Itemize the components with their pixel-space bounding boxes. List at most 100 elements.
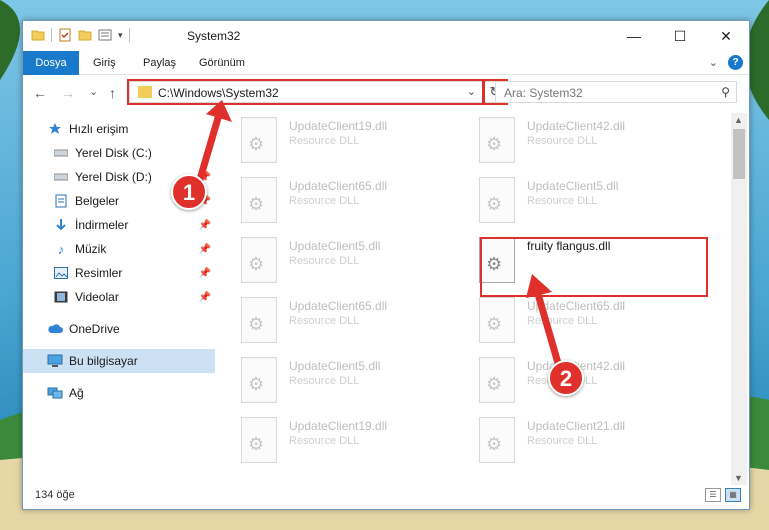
download-icon	[53, 218, 69, 232]
gear-icon: ⚙	[486, 314, 503, 334]
tab-file[interactable]: Dosya	[23, 51, 79, 75]
file-description: Resource DLL	[289, 315, 360, 327]
dll-file-icon: ⚙	[241, 117, 277, 163]
list-item[interactable]: ⚙ UpdateClient19.dll Resource DLL	[223, 415, 453, 467]
pictures-icon	[53, 266, 69, 280]
list-item[interactable]: ⚙ UpdateClient65.dll Resource DLL	[223, 295, 453, 347]
quick-access-toolbar: ▾	[31, 28, 130, 42]
checklist-icon[interactable]	[58, 28, 72, 42]
computer-icon	[47, 354, 63, 368]
file-description: Resource DLL	[527, 135, 598, 147]
pin-icon[interactable]: 📌	[199, 220, 211, 231]
sidebar-item-label: Yerel Disk (D:)	[75, 170, 152, 184]
file-highlight	[480, 237, 708, 297]
forward-button[interactable]: →	[61, 85, 75, 101]
close-button[interactable]: ✕	[703, 21, 749, 51]
sidebar-item-music[interactable]: ♪ Müzik 📌	[23, 237, 215, 261]
maximize-button[interactable]: ☐	[657, 21, 703, 51]
sidebar-item-label: Videolar	[75, 290, 119, 304]
address-highlight	[127, 79, 484, 105]
item-count: 134 öğe	[35, 489, 75, 501]
sidebar-item-label: Belgeler	[75, 194, 120, 208]
folder-icon[interactable]	[78, 28, 92, 42]
step-1-badge: 1	[171, 174, 207, 210]
pin-icon[interactable]: 📌	[199, 244, 211, 255]
list-item[interactable]: ⚙ UpdateClient5.dll Resource DLL	[223, 355, 453, 407]
tiles-view-icon[interactable]: ▦	[725, 488, 741, 502]
dll-file-icon: ⚙	[479, 117, 515, 163]
properties-icon[interactable]	[98, 28, 112, 42]
list-item[interactable]: ⚙ UpdateClient21.dll Resource DLL	[461, 415, 691, 467]
music-icon: ♪	[57, 241, 65, 257]
dll-file-icon: ⚙	[241, 297, 277, 343]
help-button[interactable]: ?	[728, 55, 743, 70]
file-name: UpdateClient5.dll	[289, 239, 381, 253]
videos-icon	[53, 290, 69, 304]
pin-icon[interactable]: 📌	[199, 292, 211, 303]
search-box[interactable]: Ara: System32 ⚲	[495, 81, 737, 103]
pin-icon[interactable]: 📌	[199, 268, 211, 279]
list-item[interactable]: ⚙ UpdateClient19.dll Resource DLL	[223, 115, 453, 167]
list-item[interactable]: ⚙ UpdateClient65.dll Resource DLL	[223, 175, 453, 227]
minimize-button[interactable]: —	[611, 21, 657, 51]
file-description: Resource DLL	[527, 195, 598, 207]
dll-file-icon: ⚙	[479, 417, 515, 463]
sidebar-item-videos[interactable]: Videolar 📌	[23, 285, 215, 309]
documents-icon	[53, 194, 69, 208]
gear-icon: ⚙	[248, 134, 265, 154]
sidebar-item-downloads[interactable]: İndirmeler 📌	[23, 213, 215, 237]
navigation-bar: ← → ⌄ ↑ C:\Windows\System32 ⌄ ↻ Ara: Sys…	[23, 77, 749, 109]
file-description: Resource DLL	[289, 375, 360, 387]
list-item[interactable]: ⚙ UpdateClient42.dll Resource DLL	[461, 115, 691, 167]
list-item[interactable]: ⚙ UpdateClient5.dll Resource DLL	[223, 235, 453, 287]
up-button[interactable]: ↑	[109, 85, 116, 101]
scroll-up-icon[interactable]: ▲	[734, 115, 743, 125]
ribbon-tabs: Dosya Giriş Paylaş Görünüm ⌄ ?	[23, 51, 749, 75]
back-button[interactable]: ←	[33, 85, 47, 101]
sidebar-item-network[interactable]: Ağ	[23, 381, 215, 405]
sidebar-item-label: Bu bilgisayar	[69, 354, 138, 368]
list-item[interactable]: ⚙ UpdateClient65.dll Resource DLL	[461, 295, 691, 347]
sidebar-item-label: Hızlı erişim	[69, 122, 129, 136]
scroll-thumb[interactable]	[733, 129, 745, 179]
caption-buttons: — ☐ ✕	[611, 21, 749, 51]
scroll-down-icon[interactable]: ▼	[734, 473, 743, 483]
file-name: UpdateClient21.dll	[527, 419, 626, 433]
file-description: Resource DLL	[289, 255, 360, 267]
sidebar-item-drive-c[interactable]: Yerel Disk (C:)	[23, 141, 215, 165]
tab-home[interactable]: Giriş	[93, 51, 116, 75]
dropdown-icon[interactable]: ▾	[118, 30, 123, 41]
sidebar-item-label: Müzik	[75, 242, 107, 256]
file-description: Resource DLL	[527, 315, 598, 327]
title-bar: ▾ System32 — ☐ ✕	[23, 21, 749, 51]
gear-icon: ⚙	[248, 374, 265, 394]
file-name: UpdateClient65.dll	[289, 179, 388, 193]
sidebar-item-label: İndirmeler	[75, 218, 129, 232]
file-list: ⚙ UpdateClient19.dll Resource DLL ⚙ Upda…	[223, 111, 733, 486]
toolbar-separator	[51, 28, 52, 42]
list-item[interactable]: ⚙ UpdateClient5.dll Resource DLL	[461, 175, 691, 227]
vertical-scrollbar[interactable]: ▲ ▼	[731, 113, 747, 485]
file-name: UpdateClient65.dll	[527, 299, 626, 313]
recent-locations-button[interactable]: ⌄	[89, 85, 98, 98]
step-2-badge: 2	[548, 360, 584, 396]
tab-view[interactable]: Görünüm	[199, 51, 245, 75]
dll-file-icon: ⚙	[241, 357, 277, 403]
file-name: UpdateClient19.dll	[289, 419, 388, 433]
search-icon[interactable]: ⚲	[721, 85, 730, 99]
details-view-icon[interactable]: ☰	[705, 488, 721, 502]
gear-icon: ⚙	[248, 434, 265, 454]
sidebar-item-quick-access[interactable]: Hızlı erişim	[23, 117, 215, 141]
gear-icon: ⚙	[486, 374, 503, 394]
search-input[interactable]: Ara: System32	[504, 86, 583, 100]
sidebar-item-label: Resimler	[75, 266, 123, 280]
tab-share[interactable]: Paylaş	[143, 51, 176, 75]
sidebar-item-label: OneDrive	[69, 322, 120, 336]
sidebar-item-pictures[interactable]: Resimler 📌	[23, 261, 215, 285]
dll-file-icon: ⚙	[241, 237, 277, 283]
file-name: UpdateClient42.dll	[527, 119, 626, 133]
sidebar-item-this-pc[interactable]: Bu bilgisayar	[23, 349, 215, 373]
sidebar-item-onedrive[interactable]: OneDrive	[23, 317, 215, 341]
folder-icon[interactable]	[31, 28, 45, 42]
chevron-down-icon[interactable]: ⌄	[709, 56, 718, 69]
